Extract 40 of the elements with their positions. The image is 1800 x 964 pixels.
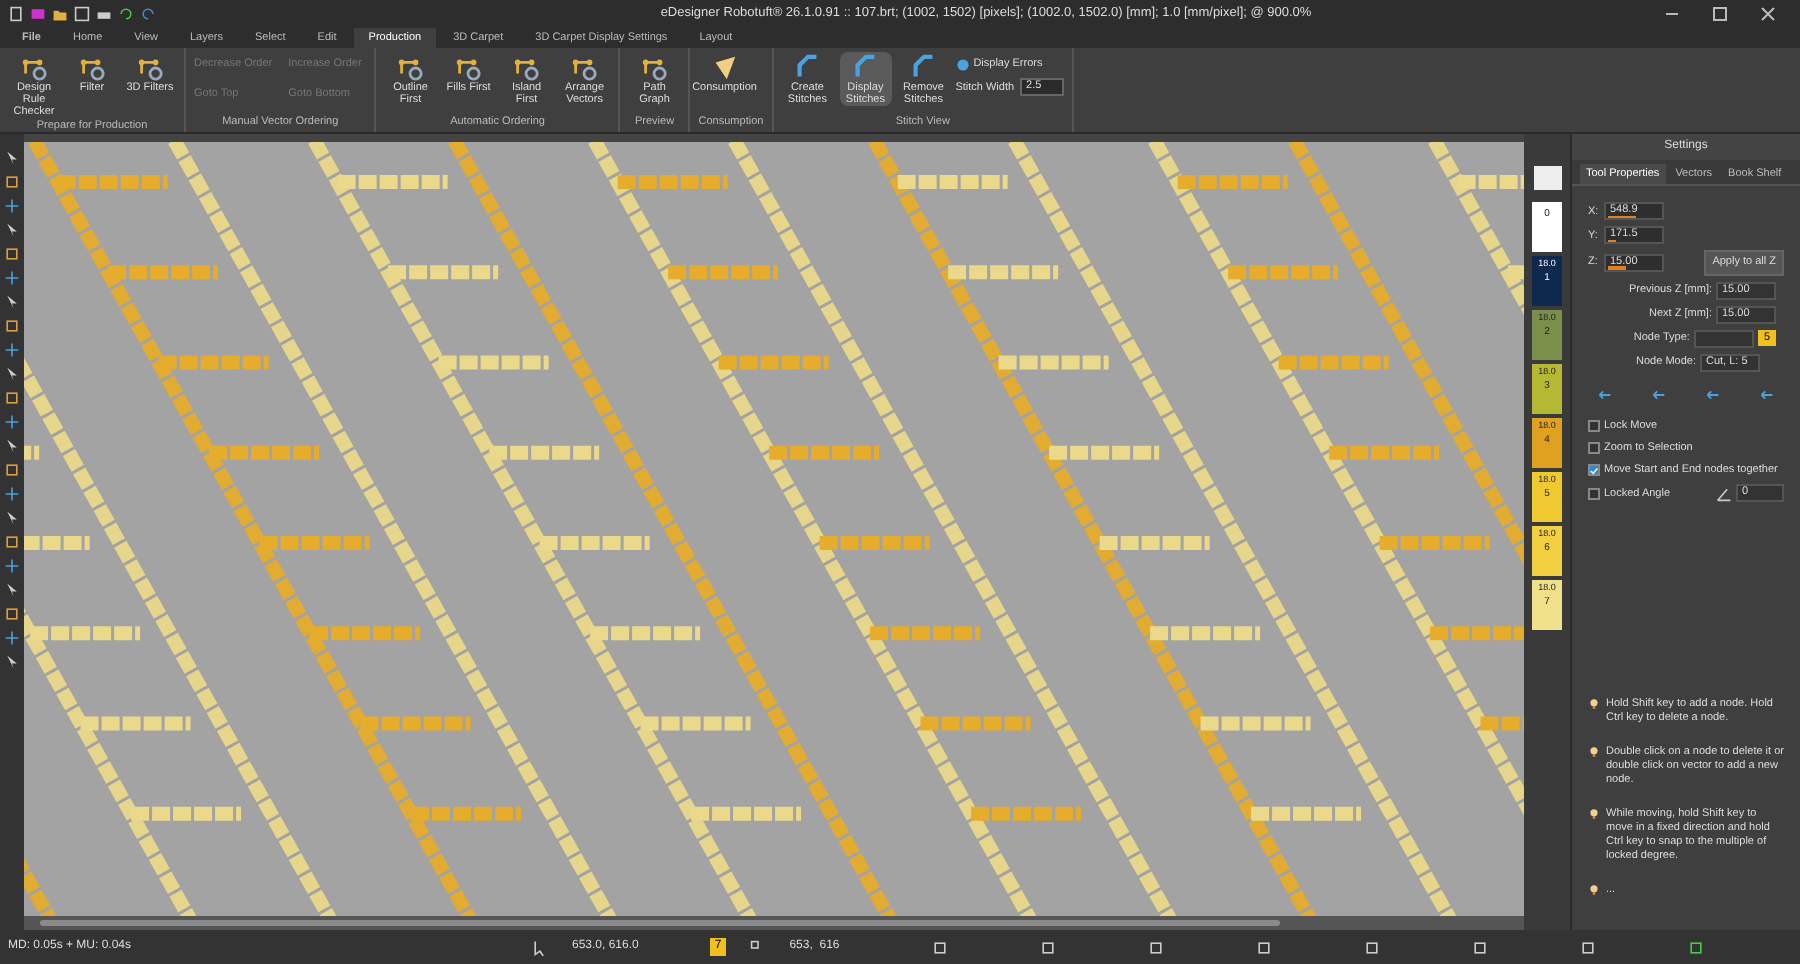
close-icon[interactable] bbox=[1760, 6, 1776, 22]
arrow-icon[interactable] bbox=[1650, 385, 1668, 403]
checkbox[interactable] bbox=[1588, 487, 1600, 500]
arrow-icon[interactable] bbox=[1596, 385, 1614, 403]
node-type-field[interactable] bbox=[1693, 329, 1754, 347]
tool-icon[interactable] bbox=[4, 342, 20, 358]
tool-icon[interactable] bbox=[4, 270, 20, 286]
tool-icon[interactable] bbox=[4, 198, 20, 214]
tool-icon bbox=[640, 54, 669, 82]
tool-icon bbox=[396, 54, 425, 82]
checkbox[interactable] bbox=[1588, 441, 1600, 454]
maximize-icon[interactable] bbox=[1712, 6, 1728, 22]
tool-icon bbox=[78, 54, 106, 82]
error-icon bbox=[955, 57, 970, 72]
scrollbar-thumb[interactable] bbox=[40, 920, 1280, 926]
lightbulb-icon bbox=[1588, 698, 1600, 710]
folder-icon[interactable] bbox=[52, 6, 68, 22]
tool-icon[interactable] bbox=[4, 558, 20, 574]
tool-icon bbox=[454, 54, 483, 82]
tool-icon bbox=[570, 54, 599, 82]
lightbulb-icon bbox=[1588, 746, 1600, 758]
lightbulb-icon bbox=[1588, 808, 1600, 820]
tool-icon bbox=[136, 54, 164, 82]
tool-icon bbox=[710, 54, 739, 82]
tool-icon[interactable] bbox=[4, 414, 20, 430]
tool-icon bbox=[793, 54, 822, 82]
tool-icon[interactable] bbox=[4, 630, 20, 646]
tool-icon bbox=[512, 54, 541, 82]
tool-icon[interactable] bbox=[4, 486, 20, 502]
tool-icon bbox=[909, 54, 938, 82]
undo-icon[interactable] bbox=[118, 6, 134, 22]
checkbox[interactable] bbox=[1588, 464, 1600, 477]
new-file-icon[interactable] bbox=[8, 6, 24, 22]
tool-icon[interactable] bbox=[4, 654, 20, 670]
tool-icon bbox=[20, 54, 48, 82]
redo-icon[interactable] bbox=[140, 6, 156, 22]
checkbox[interactable] bbox=[1588, 419, 1600, 432]
lightbulb-icon bbox=[1588, 884, 1600, 896]
color-swatch[interactable] bbox=[1533, 166, 1561, 190]
tool-icon bbox=[851, 54, 880, 82]
